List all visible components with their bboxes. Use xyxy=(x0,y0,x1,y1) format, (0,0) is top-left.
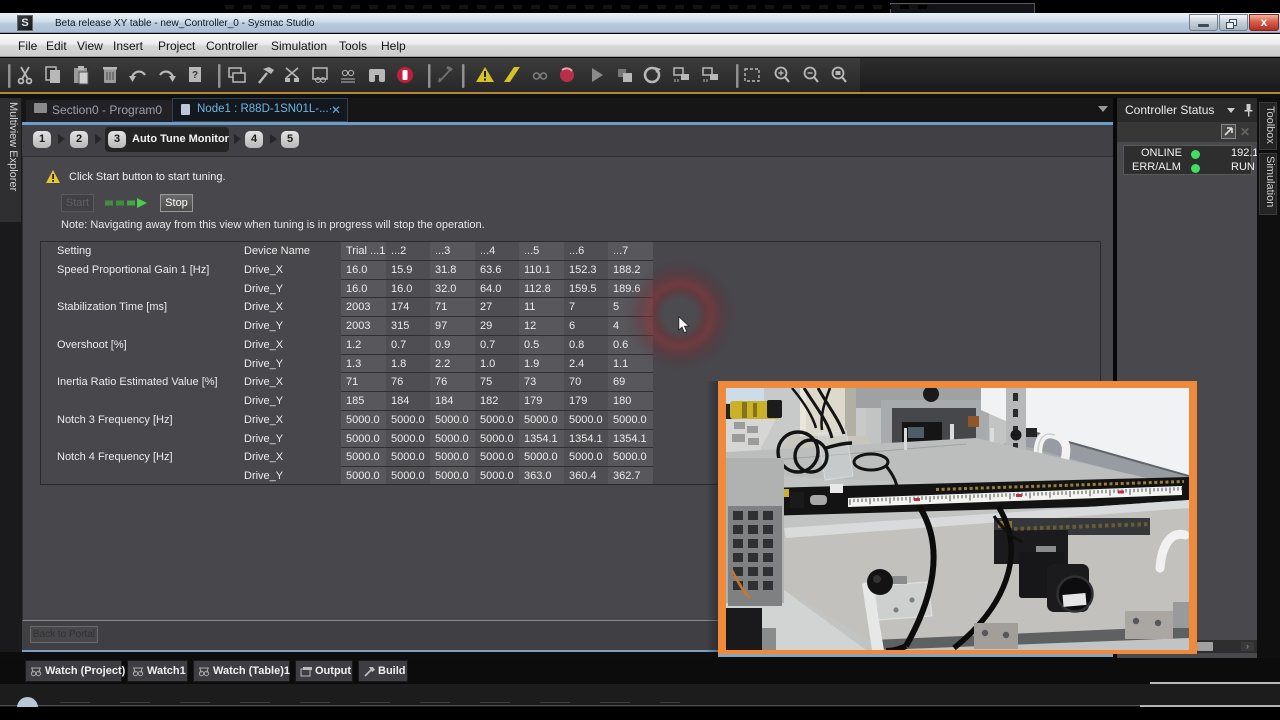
svg-text:?: ? xyxy=(192,70,198,81)
